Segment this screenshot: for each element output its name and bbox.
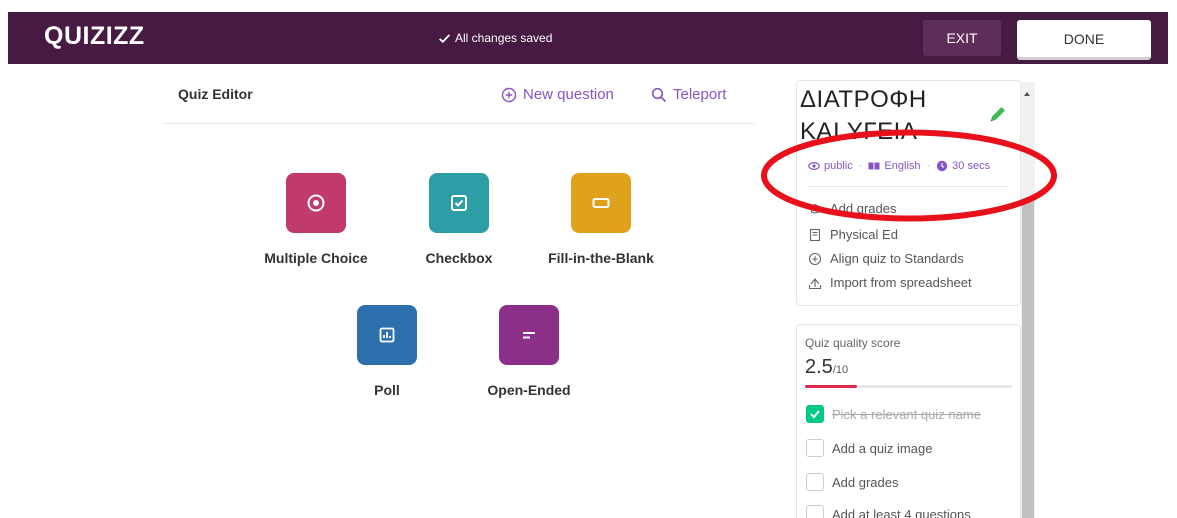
check-icon	[439, 33, 451, 43]
open-ended-tile[interactable]	[499, 305, 559, 365]
book-icon	[809, 228, 821, 241]
done-button[interactable]: DONE	[1017, 20, 1151, 60]
poll-tile[interactable]	[357, 305, 417, 365]
quality-score-label: Quiz quality score	[805, 336, 901, 350]
time-text[interactable]: 30 secs	[952, 160, 990, 172]
add-grades-label: Add grades	[830, 201, 897, 216]
checklist-item[interactable]: Pick a relevant quiz name	[806, 405, 981, 423]
question-type-poll[interactable]: Poll	[327, 305, 447, 398]
top-bar: QUIZIZZ All changes saved EXIT DONE	[8, 12, 1168, 64]
check-icon	[810, 410, 820, 419]
import-icon	[808, 277, 822, 289]
checkbox-tile[interactable]	[429, 173, 489, 233]
save-status: All changes saved	[438, 31, 552, 45]
subject-label: Physical Ed	[830, 227, 898, 242]
new-question-label: New question	[523, 86, 614, 103]
checkbox-label: Checkbox	[425, 250, 493, 266]
quality-score-bar	[805, 385, 1012, 388]
question-type-checkbox[interactable]: Checkbox	[399, 173, 519, 266]
question-type-multiple-choice[interactable]: Multiple Choice	[256, 173, 376, 266]
multiple-choice-label: Multiple Choice	[264, 250, 368, 266]
checklist-label: Add grades	[832, 474, 899, 490]
checklist-item[interactable]: Add grades	[806, 473, 899, 491]
plus-circle-icon	[808, 252, 822, 265]
search-icon	[651, 87, 667, 102]
radio-icon	[307, 194, 325, 212]
teleport-button[interactable]: Teleport	[651, 86, 726, 103]
scroll-up-icon[interactable]	[1024, 92, 1030, 96]
quality-score-bar-fill	[805, 385, 857, 388]
eye-icon	[808, 161, 820, 171]
question-type-open-ended[interactable]: Open-Ended	[469, 305, 589, 398]
quizizz-logo[interactable]: QUIZIZZ	[44, 22, 145, 51]
pencil-icon[interactable]	[987, 103, 1009, 125]
meta-divider	[808, 186, 1008, 187]
exit-button[interactable]: EXIT	[923, 20, 1001, 56]
language-icon	[868, 162, 880, 170]
multiple-choice-tile[interactable]	[286, 173, 346, 233]
fill-in-the-blank-tile[interactable]	[571, 173, 631, 233]
checklist-checkbox[interactable]	[806, 405, 824, 423]
fill-in-the-blank-label: Fill-in-the-Blank	[548, 250, 654, 266]
editor-divider	[163, 123, 755, 124]
checklist-label: Add at least 4 questions	[832, 506, 971, 518]
checklist-label: Pick a relevant quiz name	[832, 406, 981, 422]
scrollbar-thumb[interactable]	[1022, 200, 1034, 518]
question-type-fill-in-the-blank[interactable]: Fill-in-the-Blank	[526, 173, 676, 266]
align-standards-link[interactable]: Align quiz to Standards	[808, 251, 964, 266]
checklist-checkbox[interactable]	[806, 439, 824, 457]
plus-circle-icon	[501, 87, 517, 102]
meta-separator: ·	[926, 160, 931, 172]
teleport-label: Teleport	[673, 86, 727, 103]
checklist-item[interactable]: Add at least 4 questions	[806, 505, 971, 518]
blank-icon	[592, 198, 610, 208]
quality-score-max: /10	[832, 364, 849, 376]
graduation-cap-icon	[808, 203, 822, 214]
checkbox-icon	[451, 195, 467, 211]
save-status-text: All changes saved	[455, 31, 553, 45]
quality-score-value: 2.5	[805, 356, 833, 378]
language-text[interactable]: English	[884, 160, 920, 172]
meta-separator: ·	[858, 160, 863, 172]
new-question-button[interactable]: New question	[501, 86, 614, 103]
checklist-label: Add a quiz image	[832, 440, 933, 456]
quiz-meta: public · English · 30 secs	[808, 160, 990, 172]
add-grades-link[interactable]: Add grades	[808, 201, 897, 216]
quiz-title: ΔΙΑΤΡΟΦΗ ΚΑΙ ΥΓΕΙΑ	[800, 86, 927, 144]
poll-label: Poll	[374, 382, 400, 398]
quality-score: 2.5/10	[805, 356, 848, 379]
open-ended-label: Open-Ended	[487, 382, 571, 398]
import-spreadsheet-link[interactable]: Import from spreadsheet	[808, 275, 972, 290]
checklist-item[interactable]: Add a quiz image	[806, 439, 932, 457]
quiz-editor-title: Quiz Editor	[178, 86, 253, 102]
align-standards-label: Align quiz to Standards	[830, 251, 964, 266]
checklist-checkbox[interactable]	[806, 473, 824, 491]
clock-icon	[936, 160, 948, 172]
checklist-checkbox[interactable]	[806, 505, 824, 518]
import-spreadsheet-label: Import from spreadsheet	[830, 275, 972, 290]
visibility-text[interactable]: public	[824, 160, 853, 172]
subject-link[interactable]: Physical Ed	[808, 227, 898, 242]
poll-icon	[379, 327, 395, 343]
open-ended-icon	[523, 332, 535, 339]
